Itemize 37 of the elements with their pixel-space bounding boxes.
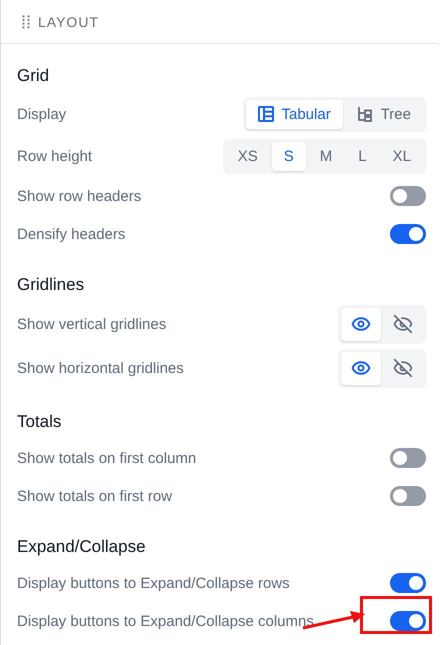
show-button[interactable] [341, 308, 381, 340]
segment-button[interactable]: Tabular [246, 100, 343, 128]
segment-button[interactable]: L [346, 142, 379, 170]
section-title: Grid [17, 65, 50, 87]
setting-label: Densify headers [17, 226, 126, 242]
toggle-switch[interactable] [390, 224, 426, 244]
toggle-switch[interactable] [390, 486, 426, 506]
setting-label: Show totals on first column [17, 450, 196, 466]
eye-icon [351, 314, 371, 334]
table-icon [258, 106, 274, 122]
setting-label: Show totals on first row [17, 488, 172, 504]
setting-label: Show vertical gridlines [17, 316, 166, 332]
section-title: Expand/Collapse [17, 536, 147, 558]
eye-off-icon [393, 358, 413, 378]
show-button[interactable] [341, 352, 381, 384]
setting-label: Display [17, 106, 66, 122]
toggle-switch[interactable] [390, 611, 426, 631]
eye-icon [351, 358, 371, 378]
setting-label: Display buttons to Expand/Collapse columns [17, 612, 314, 630]
segment-button[interactable]: Tree [344, 100, 423, 128]
setting-label: Display buttons to Expand/Collapse rows [17, 574, 290, 592]
toggle-switch[interactable] [390, 573, 426, 593]
segment-button[interactable]: M [308, 142, 344, 170]
drag-handle-icon[interactable] [22, 14, 30, 28]
eye-off-icon [393, 314, 413, 334]
tree-icon [356, 106, 373, 122]
segment-button[interactable]: XL [380, 142, 423, 170]
segment-button[interactable]: S [272, 142, 306, 170]
segment-button[interactable]: XS [226, 142, 270, 170]
section-title: Totals [17, 411, 62, 433]
setting-label: Show horizontal gridlines [17, 360, 184, 376]
setting-label: Row height [17, 148, 92, 164]
section-title: Gridlines [17, 274, 86, 296]
panel-title: LAYOUT [38, 14, 99, 30]
toggle-switch[interactable] [390, 448, 426, 468]
toggle-switch[interactable] [390, 186, 426, 206]
setting-label: Show row headers [17, 188, 142, 204]
